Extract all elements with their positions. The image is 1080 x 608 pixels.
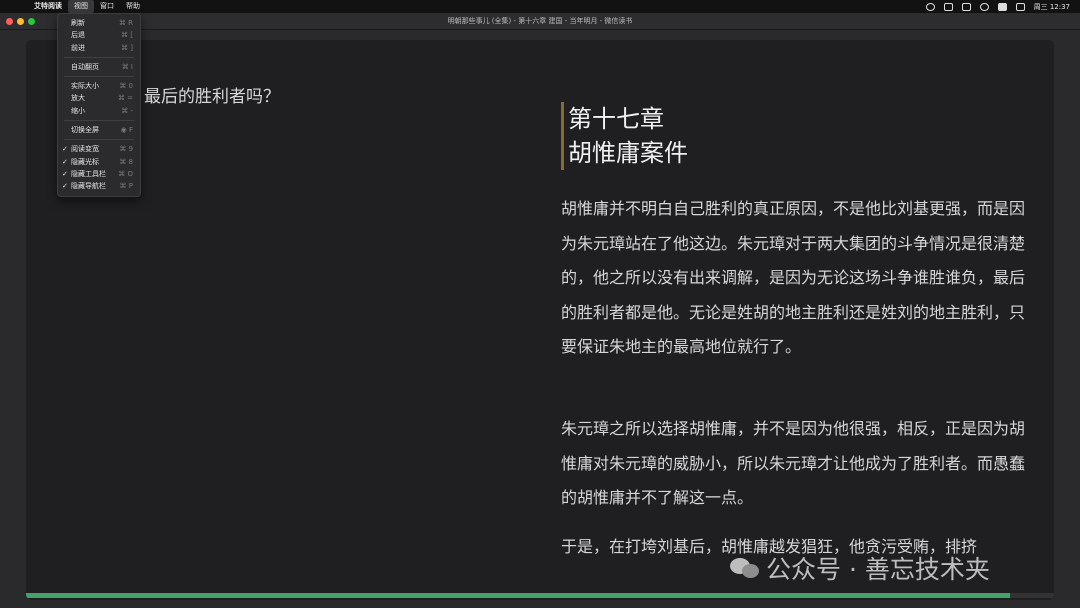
view-menu-item-label: 前进 xyxy=(71,43,85,52)
menu-separator xyxy=(64,139,134,141)
menubar: 艾特阅读 视图 窗口 帮助 周三 12:37 xyxy=(0,0,1080,13)
view-menu-item[interactable]: ✓ 隐藏工具栏 ⌘ O xyxy=(58,168,140,180)
view-menu-item[interactable]: 放大 ⌘ = xyxy=(58,92,140,104)
view-menu-item[interactable]: 实际大小 ⌘ 0 xyxy=(58,80,140,92)
shortcut-label: ⌘ P xyxy=(119,182,133,191)
view-menu-item[interactable]: 切换全屏 ◉ F xyxy=(58,124,140,136)
view-menu-item-label: 放大 xyxy=(71,94,85,103)
screen-icon[interactable] xyxy=(943,2,953,11)
control-center-icon[interactable] xyxy=(1015,2,1025,11)
view-menu-item[interactable]: 刷新 ⌘ R xyxy=(58,17,140,29)
chapter-number: 第十七章 xyxy=(568,105,664,133)
view-menu-item-label: 实际大小 xyxy=(71,82,99,91)
view-menu-item[interactable]: 前进 ⌘ ] xyxy=(58,42,140,54)
shortcut-label: ◉ F xyxy=(120,126,133,135)
menu-separator xyxy=(64,56,134,58)
paragraph: 胡惟庸并不明白自己胜利的真正原因，不是他比刘基更强，而是因为朱元璋站在了他这边。… xyxy=(561,199,1026,356)
view-menu-item-label: 刷新 xyxy=(71,19,85,27)
view-menu: 刷新 ⌘ R 后退 ⌘ [ 前进 ⌘ ] 自动翻页 ⌘ I 实际大小 ⌘ 0 放大 ⌘ = 缩小 ⌘ - 切… xyxy=(57,13,141,197)
view-menu-item-label: 切换全屏 xyxy=(71,126,99,135)
menu-app[interactable]: 艾特阅读 xyxy=(28,0,68,13)
wechat-icon[interactable] xyxy=(979,2,989,11)
watermark: 公众号 · 善忘技术夹 xyxy=(730,550,990,586)
checkmark-icon: ✓ xyxy=(62,169,68,178)
chapter-title: 胡惟庸案件 xyxy=(568,139,688,167)
wechat-logo-icon xyxy=(730,556,760,580)
reader-pane[interactable]: 最后的胜利者吗？ 第十七章 胡惟庸案件 胡惟庸并不明白自己胜利的真正原因，不是他… xyxy=(26,40,1054,600)
chapter-heading: 第十七章 胡惟庸案件 xyxy=(561,102,688,170)
view-menu-item-label: 自动翻页 xyxy=(71,62,99,71)
menu-separator xyxy=(64,76,134,78)
shortcut-label: ⌘ ] xyxy=(121,43,133,52)
previous-chapter-text: 最后的胜利者吗？ xyxy=(144,87,280,107)
status-tray: 周三 12:37 xyxy=(925,0,1070,13)
network-icon[interactable] xyxy=(961,2,971,11)
reader-window: 明朝那些事儿 (全集) - 第十六章 建国 - 当年明月 - 微信读书 最后的胜… xyxy=(0,13,1080,608)
menu-view[interactable]: 视图 xyxy=(68,0,94,13)
view-menu-item-label: 后退 xyxy=(71,31,85,40)
checkmark-icon: ✓ xyxy=(62,145,68,154)
window-title: 明朝那些事儿 (全集) - 第十六章 建国 - 当年明月 - 微信读书 xyxy=(447,17,633,25)
battery-icon[interactable] xyxy=(997,2,1007,11)
view-menu-item[interactable]: 后退 ⌘ [ xyxy=(58,29,140,41)
shortcut-label: ⌘ 0 xyxy=(119,82,133,91)
shortcut-label: ⌘ R xyxy=(118,19,133,27)
clock[interactable]: 周三 12:37 xyxy=(1034,2,1070,12)
paragraph: 朱元璋之所以选择胡惟庸，并不是因为他很强，相反，正是因为胡惟庸对朱元璋的威胁小，… xyxy=(561,419,1026,507)
reading-progress-bar[interactable] xyxy=(26,593,1054,598)
watermark-text: 公众号 · 善忘技术夹 xyxy=(766,555,990,584)
brightness-icon[interactable] xyxy=(925,2,935,11)
view-menu-item[interactable]: ✓ 隐藏光标 ⌘ 8 xyxy=(58,156,140,168)
menu-window[interactable]: 窗口 xyxy=(94,0,120,13)
shortcut-label: ⌘ = xyxy=(117,94,133,103)
menu-help[interactable]: 帮助 xyxy=(120,0,146,13)
menu-separator xyxy=(64,120,134,122)
view-menu-item-label: 阅读变宽 xyxy=(71,145,99,154)
titlebar[interactable]: 明朝那些事儿 (全集) - 第十六章 建国 - 当年明月 - 微信读书 xyxy=(0,13,1080,30)
view-menu-item[interactable]: ✓ 隐藏导航栏 ⌘ P xyxy=(58,180,140,192)
view-menu-item[interactable]: 缩小 ⌘ - xyxy=(58,105,140,117)
view-menu-item[interactable]: ✓ 阅读变宽 ⌘ 9 xyxy=(58,143,140,155)
view-menu-item-label: 隐藏光标 xyxy=(71,157,99,166)
reading-progress-fill xyxy=(26,593,1010,598)
shortcut-label: ⌘ [ xyxy=(121,31,133,40)
checkmark-icon: ✓ xyxy=(62,182,68,191)
shortcut-label: ⌘ I xyxy=(121,62,133,71)
checkmark-icon: ✓ xyxy=(62,157,68,166)
view-menu-item[interactable]: 自动翻页 ⌘ I xyxy=(58,61,140,73)
shortcut-label: ⌘ O xyxy=(118,169,133,178)
shortcut-label: ⌘ - xyxy=(121,106,133,115)
shortcut-label: ⌘ 9 xyxy=(119,145,133,154)
shortcut-label: ⌘ 8 xyxy=(119,157,133,166)
right-page[interactable]: 第十七章 胡惟庸案件 胡惟庸并不明白自己胜利的真正原因，不是他比刘基更强，而是因… xyxy=(561,40,1029,600)
view-menu-item-label: 隐藏工具栏 xyxy=(71,169,106,178)
view-menu-item-label: 隐藏导航栏 xyxy=(71,182,106,191)
view-menu-item-label: 缩小 xyxy=(71,106,85,115)
